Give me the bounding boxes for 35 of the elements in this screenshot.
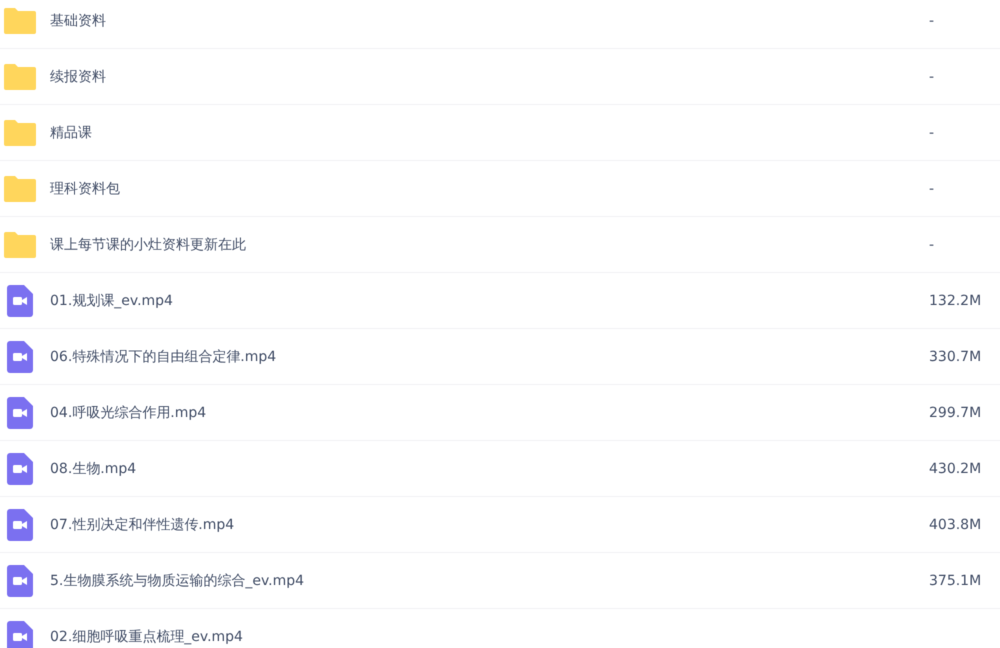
file-name[interactable]: 理科资料包 bbox=[50, 180, 929, 198]
file-size: 132.2M bbox=[929, 292, 982, 308]
video-file-icon bbox=[7, 396, 33, 428]
file-name[interactable]: 04.呼吸光综合作用.mp4 bbox=[50, 404, 929, 422]
folder-icon bbox=[4, 8, 36, 34]
file-name[interactable]: 课上每节课的小灶资料更新在此 bbox=[50, 236, 929, 254]
file-name[interactable]: 精品课 bbox=[50, 124, 929, 142]
file-size: 430.2M bbox=[929, 460, 982, 476]
file-name[interactable]: 5.生物膜系统与物质运输的综合_ev.mp4 bbox=[50, 572, 929, 590]
file-name[interactable]: 06.特殊情况下的自由组合定律.mp4 bbox=[50, 348, 929, 366]
file-size: 299.7M bbox=[929, 404, 982, 420]
file-size: 330.7M bbox=[929, 348, 982, 364]
file-size: - bbox=[929, 12, 936, 28]
file-size: - bbox=[929, 68, 936, 84]
video-file-icon bbox=[7, 508, 33, 540]
file-size: 375.1M bbox=[929, 572, 982, 588]
video-file-icon bbox=[7, 340, 33, 372]
file-name[interactable]: 基础资料 bbox=[50, 12, 929, 30]
folder-icon bbox=[4, 64, 36, 90]
file-name[interactable]: 08.生物.mp4 bbox=[50, 460, 929, 478]
video-file-icon bbox=[7, 284, 33, 316]
file-size: - bbox=[929, 124, 936, 140]
folder-icon bbox=[4, 232, 36, 258]
file-size: 403.8M bbox=[929, 516, 982, 532]
video-file-icon bbox=[7, 620, 33, 648]
video-file-icon bbox=[7, 564, 33, 596]
file-name[interactable]: 02.细胞呼吸重点梳理_ev.mp4 bbox=[50, 628, 1000, 646]
file-name[interactable]: 07.性别决定和伴性遗传.mp4 bbox=[50, 516, 929, 534]
file-size: - bbox=[929, 236, 936, 252]
file-name[interactable]: 续报资料 bbox=[50, 68, 929, 86]
folder-icon bbox=[4, 120, 36, 146]
file-name[interactable]: 01.规划课_ev.mp4 bbox=[50, 292, 929, 310]
folder-icon bbox=[4, 176, 36, 202]
file-size: - bbox=[929, 180, 936, 196]
video-file-icon bbox=[7, 452, 33, 484]
